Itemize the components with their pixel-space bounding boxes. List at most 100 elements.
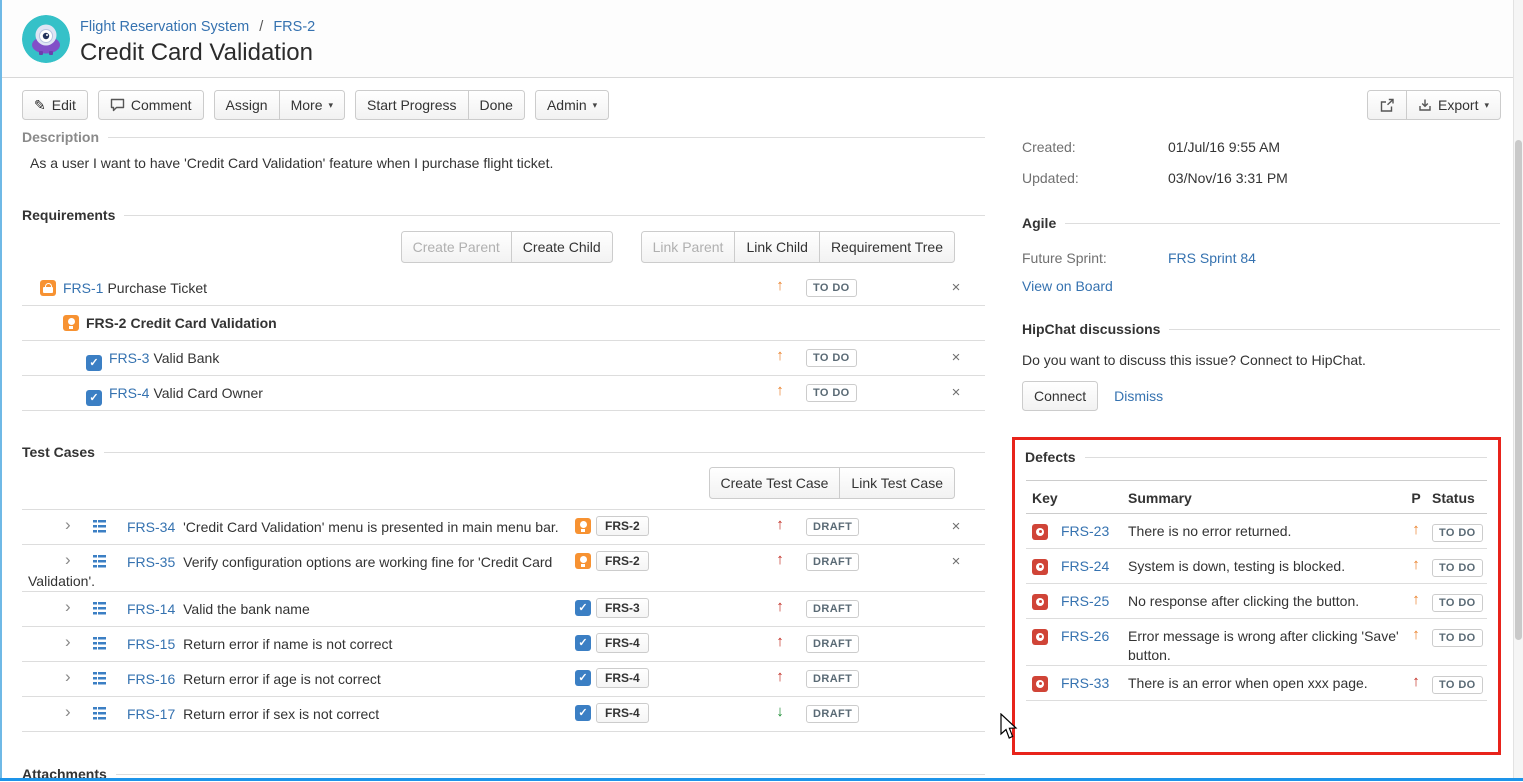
defect-key-link[interactable]: FRS-33: [1061, 674, 1109, 693]
linked-requirement: ✓ FRS-4: [575, 668, 649, 688]
priority-icon: ↑: [1400, 674, 1432, 689]
issue-key-link[interactable]: FRS-16: [127, 671, 175, 687]
defect-row: FRS-23 There is no error returned. ↑ TO …: [1026, 514, 1487, 549]
linked-type-icon: ✓: [575, 600, 591, 616]
remove-link-button[interactable]: ×: [946, 517, 966, 536]
issue-type-icon: [63, 315, 79, 331]
test-case-icon: [92, 601, 108, 617]
updated-row: Updated: 03/Nov/16 3:31 PM: [1022, 163, 1500, 194]
expand-chevron-icon[interactable]: ›: [65, 633, 71, 650]
start-progress-button[interactable]: Start Progress: [355, 90, 468, 120]
chevron-down-icon: ▾: [593, 101, 598, 110]
export-toolbar: Export ▾: [1367, 90, 1501, 120]
linked-key-badge: FRS-4: [596, 668, 649, 688]
issue-summary: Return error if name is not correct: [179, 636, 392, 652]
project-avatar[interactable]: [22, 15, 70, 63]
create-test-case-button[interactable]: Create Test Case: [709, 467, 841, 499]
link-test-case-button[interactable]: Link Test Case: [839, 467, 955, 499]
issue-key-link[interactable]: FRS-15: [127, 636, 175, 652]
link-child-button[interactable]: Link Child: [734, 231, 819, 263]
issue-key-link[interactable]: FRS-1: [63, 280, 103, 296]
remove-link-button[interactable]: ×: [946, 278, 966, 297]
linked-key-badge: FRS-2: [596, 516, 649, 536]
connect-button[interactable]: Connect: [1022, 381, 1098, 411]
test-case-row: › FRS-15 Return error if name is not cor…: [22, 627, 985, 662]
defects-panel-highlight: Defects Key Summary P Status FRS-23 Ther…: [1012, 437, 1501, 755]
remove-link-button[interactable]: ×: [946, 552, 966, 571]
defect-key-link[interactable]: FRS-24: [1061, 557, 1109, 576]
link-parent-button[interactable]: Link Parent: [641, 231, 736, 263]
issue-summary: Valid Bank: [153, 350, 219, 366]
priority-icon: ↑: [768, 278, 792, 293]
bug-icon: [1032, 676, 1048, 692]
issue-key-link[interactable]: FRS-35: [127, 554, 175, 570]
sprint-link[interactable]: FRS Sprint 84: [1168, 243, 1256, 274]
expand-chevron-icon[interactable]: ›: [65, 516, 71, 533]
issue-key-link[interactable]: FRS-3: [109, 350, 149, 366]
test-case-icon: [92, 519, 108, 535]
defect-summary: System is down, testing is blocked.: [1128, 557, 1400, 576]
breadcrumb: Flight Reservation System / FRS-2: [80, 19, 315, 35]
comment-button[interactable]: Comment: [98, 90, 204, 120]
test-case-row: › FRS-35 Verify configuration options ar…: [22, 545, 985, 592]
more-button[interactable]: More ▾: [279, 90, 345, 120]
vertical-scrollbar[interactable]: [1513, 0, 1523, 778]
defect-row: FRS-25 No response after clicking the bu…: [1026, 584, 1487, 619]
done-button[interactable]: Done: [468, 90, 525, 120]
defect-key-link[interactable]: FRS-23: [1061, 522, 1109, 541]
create-child-button[interactable]: Create Child: [511, 231, 613, 263]
priority-icon: ↑: [768, 348, 792, 363]
status-badge: TO DO: [806, 349, 857, 367]
assign-button[interactable]: Assign: [214, 90, 280, 120]
issue-toolbar: ✎ Edit Comment Assign More ▾ Start Progr…: [22, 90, 609, 120]
create-parent-button[interactable]: Create Parent: [401, 231, 512, 263]
expand-chevron-icon[interactable]: ›: [65, 551, 71, 568]
requirement-row: FRS-1Purchase Ticket ↑ TO DO ×: [22, 271, 985, 306]
remove-link-button[interactable]: ×: [946, 348, 966, 367]
admin-button[interactable]: Admin ▾: [535, 90, 609, 120]
priority-icon: ↓: [768, 704, 792, 719]
priority-icon: ↑: [1400, 557, 1432, 572]
dismiss-link[interactable]: Dismiss: [1114, 388, 1163, 404]
defect-summary: There is an error when open xxx page.: [1128, 674, 1400, 693]
download-icon: [1418, 98, 1432, 112]
col-priority: P: [1400, 489, 1432, 508]
issue-key-link[interactable]: FRS-14: [127, 601, 175, 617]
issue-type-icon: ✓: [86, 355, 102, 371]
col-key: Key: [1032, 489, 1128, 508]
linked-requirement: ✓ FRS-4: [575, 703, 649, 723]
status-badge: TO DO: [806, 279, 857, 297]
defect-key-link[interactable]: FRS-25: [1061, 592, 1109, 611]
description-text: As a user I want to have 'Credit Card Va…: [30, 155, 930, 171]
edit-button[interactable]: ✎ Edit: [22, 90, 88, 120]
defect-summary: Error message is wrong after clicking 'S…: [1128, 627, 1400, 665]
priority-icon: ↑: [768, 383, 792, 398]
future-sprint-label: Future Sprint:: [1022, 243, 1168, 274]
breadcrumb-issue-link[interactable]: FRS-2: [273, 19, 315, 35]
linked-requirement: ✓ FRS-3: [575, 598, 649, 618]
issue-summary: Purchase Ticket: [107, 280, 207, 296]
test-cases-actions: Create Test Case Link Test Case: [22, 467, 955, 499]
test-case-row: › FRS-14 Valid the bank name ✓ FRS-3 ↑ D…: [22, 592, 985, 627]
expand-chevron-icon[interactable]: ›: [65, 598, 71, 615]
breadcrumb-project-link[interactable]: Flight Reservation System: [80, 19, 249, 35]
share-button[interactable]: [1367, 90, 1407, 120]
requirement-tree-button[interactable]: Requirement Tree: [819, 231, 955, 263]
issue-key-link[interactable]: FRS-17: [127, 706, 175, 722]
created-row: Created: 01/Jul/16 9:55 AM: [1022, 132, 1500, 163]
scrollbar-thumb[interactable]: [1515, 140, 1522, 640]
expand-chevron-icon[interactable]: ›: [65, 703, 71, 720]
issue-key-link[interactable]: FRS-34: [127, 519, 175, 535]
expand-chevron-icon[interactable]: ›: [65, 668, 71, 685]
view-on-board-link[interactable]: View on Board: [1022, 278, 1113, 294]
test-case-icon: [92, 636, 108, 652]
linked-type-icon: ✓: [575, 635, 591, 651]
issue-title: Credit Card Validation: [80, 39, 315, 67]
defect-key-link[interactable]: FRS-26: [1061, 627, 1109, 646]
issue-key-link[interactable]: FRS-4: [109, 385, 149, 401]
status-badge: DRAFT: [806, 553, 859, 571]
export-button[interactable]: Export ▾: [1406, 90, 1501, 120]
issue-key-link[interactable]: FRS-2: [86, 315, 126, 331]
remove-link-button[interactable]: ×: [946, 383, 966, 402]
priority-icon: ↑: [768, 599, 792, 614]
